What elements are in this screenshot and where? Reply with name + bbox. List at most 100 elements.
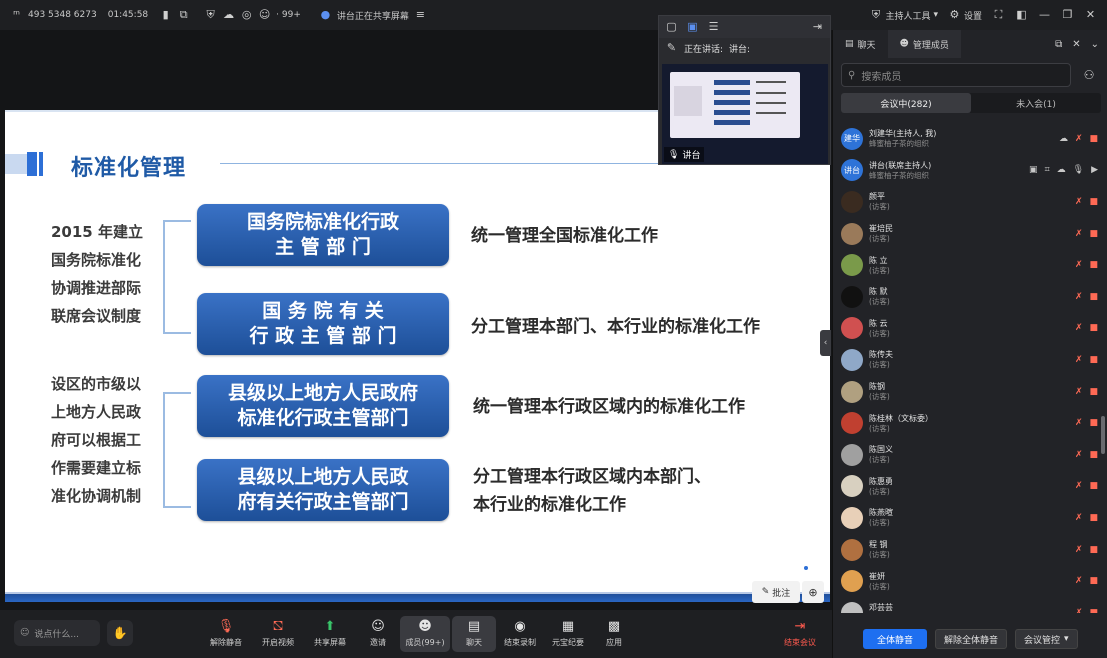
mic-off-icon[interactable]: ✗	[1075, 134, 1083, 144]
member-row[interactable]: 陈 默 (访客) ✗ ■	[833, 281, 1107, 313]
camera-off-icon[interactable]: ■	[1089, 513, 1098, 523]
mic-off-icon[interactable]: ✗	[1075, 481, 1083, 491]
camera-off-icon[interactable]: ■	[1089, 229, 1098, 239]
end-meeting-button[interactable]: ⇥ 结束会议	[778, 616, 822, 652]
tab-not-joined[interactable]: 未入会(1)	[971, 93, 1101, 113]
invite-button[interactable]: ☺ 邀请	[356, 616, 400, 652]
chat-button[interactable]: ▤ 聊天	[452, 616, 496, 652]
member-row[interactable]: 陈传夫 (访客) ✗ ■	[833, 344, 1107, 376]
member-search-input[interactable]: ⚲ 搜索成员	[841, 63, 1071, 87]
member-row[interactable]: 崔培民 (访客) ✗ ■	[833, 218, 1107, 250]
member-row[interactable]: 陈 立 (访客) ✗ ■	[833, 249, 1107, 281]
layout-icon[interactable]: ◧	[1015, 9, 1028, 21]
cloud-icon[interactable]: ☁	[1057, 165, 1066, 175]
member-row[interactable]: 颜平 (访客) ✗ ■	[833, 186, 1107, 218]
mic-off-icon[interactable]: ✗	[1075, 576, 1083, 586]
member-row[interactable]: 建华 刘建华(主持人, 我) 蜂蜜柚子茶的组织 ☁ ✗ ■	[833, 123, 1107, 155]
members-button[interactable]: ☻ 成员(99+)	[400, 616, 450, 652]
mic-off-icon[interactable]: ✗	[1075, 418, 1083, 428]
view-icon[interactable]: ◎	[240, 9, 253, 21]
view-switch-icon[interactable]: ▣	[686, 21, 699, 33]
external-link-icon[interactable]: ⧉	[177, 9, 190, 21]
mic-off-icon[interactable]: ✗	[1075, 387, 1083, 397]
member-list-scrollbar[interactable]	[1101, 416, 1105, 454]
mic-off-icon[interactable]: ✗	[1075, 513, 1083, 523]
minimize-icon[interactable]: —	[1038, 9, 1051, 21]
mic-off-icon[interactable]: ✗	[1075, 323, 1083, 333]
members-icon[interactable]: ☺	[258, 9, 271, 21]
tab-chat[interactable]: ▤ 聊天	[833, 30, 888, 58]
collapse-panel-handle[interactable]: ‹	[820, 330, 831, 356]
share-screen-button[interactable]: ⬆ 共享屏幕	[308, 616, 352, 652]
camera-off-icon[interactable]: ■	[1089, 323, 1098, 333]
popout-icon[interactable]: ⧉	[1055, 39, 1062, 50]
raise-hand-button[interactable]: ✋	[107, 620, 133, 646]
camera-off-icon[interactable]: ■	[1089, 292, 1098, 302]
encryption-icon[interactable]: ⛨	[204, 9, 217, 21]
member-row[interactable]: 陈桂林（文标委） (访客) ✗ ■	[833, 407, 1107, 439]
apps-button[interactable]: ▩ 应用	[592, 616, 636, 652]
member-row[interactable]: 陈 云 (访客) ✗ ■	[833, 313, 1107, 345]
tab-in-meeting[interactable]: 会议中(282)	[841, 93, 971, 113]
unmute-all-button[interactable]: 解除全体静音	[935, 629, 1008, 649]
close-icon[interactable]: ✕	[1084, 9, 1097, 21]
camera-off-icon[interactable]: ■	[1089, 545, 1098, 555]
mic-off-icon[interactable]: ✗	[1075, 450, 1083, 460]
mic-off-icon[interactable]: ✗	[1075, 292, 1083, 302]
member-row[interactable]: 崔妍 (访客) ✗ ■	[833, 565, 1107, 597]
mic-off-icon[interactable]: ✗	[1075, 355, 1083, 365]
share-menu-icon[interactable]: ≡	[414, 9, 427, 21]
close-panel-icon[interactable]: ✕	[1072, 39, 1080, 50]
member-row[interactable]: 讲台 讲台(联席主持人) 蜂蜜柚子茶的组织 ▣ ⌗ ☁ 🎙 ▶	[833, 155, 1107, 187]
chevron-down-icon[interactable]: ⌄	[1091, 39, 1099, 50]
speaker-window[interactable]: ▢ ▣ ☰ ⇥ ✎ 正在讲话: 讲台: 🎙 讲台	[658, 15, 831, 165]
meeting-control-button[interactable]: 会议管控 ▾	[1015, 629, 1078, 649]
member-row[interactable]: 程 钢 (访客) ✗ ■	[833, 534, 1107, 566]
mic-off-icon[interactable]: ✗	[1075, 229, 1083, 239]
member-row[interactable]: 邓芸芸(访客)✗■	[833, 597, 1107, 613]
unmute-button[interactable]: 🎙 解除静音	[204, 616, 248, 652]
restore-icon[interactable]: ❐	[1061, 9, 1074, 21]
tab-members[interactable]: ☻ 管理成员	[887, 30, 961, 58]
chat-quick-input[interactable]: ☺ 说点什么...	[14, 620, 100, 646]
camera-off-icon[interactable]: ■	[1089, 134, 1098, 144]
screen-share-icon[interactable]: ▣	[1029, 165, 1038, 175]
annotate-button[interactable]: ✎ 批注	[752, 581, 800, 603]
mic-off-icon[interactable]: ✗	[1075, 608, 1083, 613]
camera-off-icon[interactable]: ■	[1089, 608, 1098, 613]
member-row[interactable]: 陈惠勇 (访客) ✗ ■	[833, 471, 1107, 503]
camera-off-icon[interactable]: ■	[1089, 387, 1098, 397]
camera-off-icon[interactable]: ■	[1089, 418, 1098, 428]
mic-off-icon[interactable]: ✗	[1075, 545, 1083, 555]
member-row[interactable]: 陈国义 (访客) ✗ ■	[833, 439, 1107, 471]
camera-off-icon[interactable]: ■	[1089, 481, 1098, 491]
member-row[interactable]: 陈燕暄 (访客) ✗ ■	[833, 502, 1107, 534]
focus-icon[interactable]: ⌗	[1045, 165, 1050, 175]
pin-icon[interactable]: ▢	[665, 21, 678, 33]
notes-button[interactable]: ▦ 元宝纪要	[546, 616, 590, 652]
meeting-id[interactable]: 493 5348 6273	[28, 10, 97, 20]
member-row[interactable]: 陈钢 (访客) ✗ ■	[833, 376, 1107, 408]
avatar	[841, 475, 863, 498]
cloud-record-icon[interactable]: ☁	[222, 9, 235, 21]
start-video-button[interactable]: ⛞ 开启视频	[256, 616, 300, 652]
zoom-button[interactable]: ⊕	[802, 581, 824, 603]
mic-off-icon[interactable]: ✗	[1075, 260, 1083, 270]
mute-all-button[interactable]: 全体静音	[863, 629, 927, 649]
mic-off-icon[interactable]: ✗	[1075, 197, 1083, 207]
add-member-button[interactable]: ⚇	[1077, 63, 1101, 87]
camera-off-icon[interactable]: ■	[1089, 355, 1098, 365]
camera-on-icon[interactable]: ▶	[1091, 165, 1098, 175]
cloud-icon[interactable]: ☁	[1059, 134, 1068, 144]
settings-button[interactable]: ⚙ 设置	[948, 9, 982, 22]
host-tools-button[interactable]: ⛨ 主持人工具 ▾	[869, 9, 938, 22]
fullscreen-icon[interactable]: ⛶	[992, 9, 1005, 21]
camera-off-icon[interactable]: ■	[1089, 197, 1098, 207]
stop-recording-button[interactable]: ◉ 结束录制	[498, 616, 542, 652]
camera-off-icon[interactable]: ■	[1089, 576, 1098, 586]
collapse-icon[interactable]: ⇥	[811, 21, 824, 33]
camera-off-icon[interactable]: ■	[1089, 450, 1098, 460]
grid-icon[interactable]: ☰	[707, 21, 720, 33]
camera-off-icon[interactable]: ■	[1089, 260, 1098, 270]
mic-on-icon[interactable]: 🎙	[1073, 165, 1084, 175]
